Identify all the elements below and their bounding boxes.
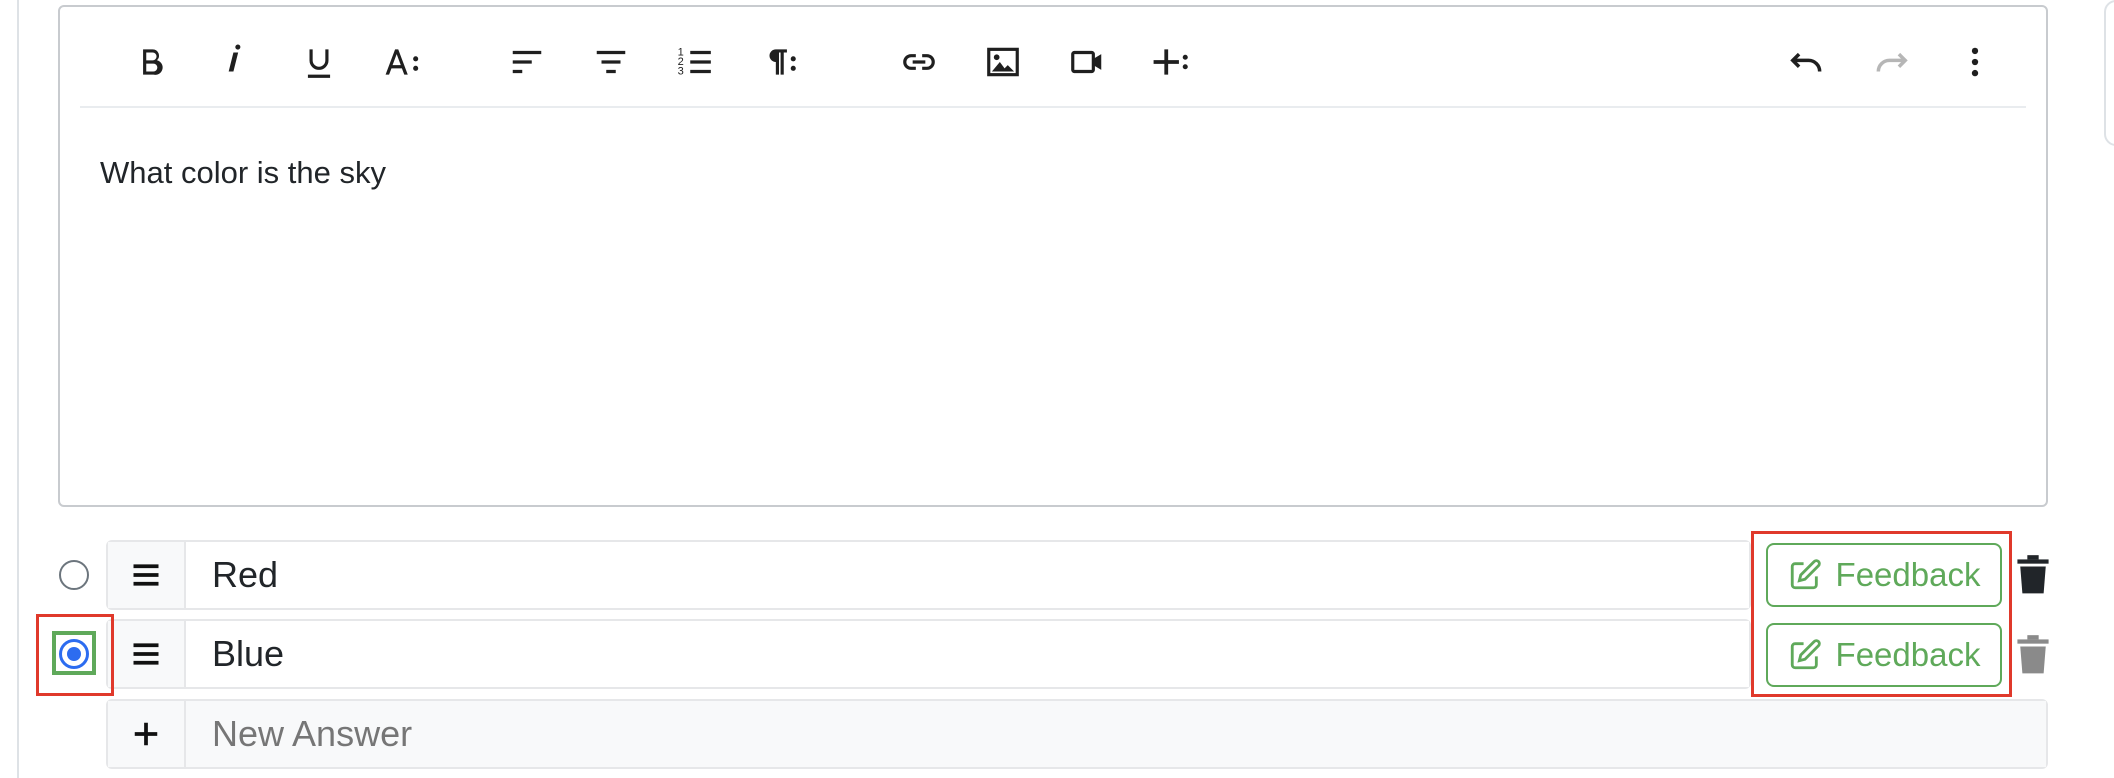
question-text[interactable]: What color is the sky [100, 155, 386, 191]
ordered-list-icon[interactable]: 123 [668, 35, 722, 89]
answer-row: Blue [106, 619, 1751, 689]
underline-icon[interactable] [292, 35, 346, 89]
italic-icon[interactable] [208, 35, 262, 89]
plus-icon [134, 722, 158, 746]
answer-correct-radio[interactable] [59, 560, 89, 590]
link-icon[interactable] [892, 35, 946, 89]
insert-menu-icon[interactable] [1144, 35, 1198, 89]
drag-handle-icon[interactable] [108, 542, 186, 608]
question-editor[interactable]: 123 What color is the sky [58, 5, 2048, 507]
page-left-border [0, 0, 19, 778]
delete-answer-icon[interactable] [2016, 635, 2050, 675]
font-size-menu-icon[interactable] [376, 35, 430, 89]
side-panel-tab[interactable] [2104, 0, 2114, 146]
add-answer-button[interactable] [108, 701, 186, 767]
svg-text:3: 3 [678, 66, 684, 78]
redo-icon[interactable] [1864, 35, 1918, 89]
new-answer-row: New Answer [106, 699, 2048, 769]
video-icon[interactable] [1060, 35, 1114, 89]
delete-answer-icon[interactable] [2016, 555, 2050, 595]
drag-handle-icon[interactable] [108, 621, 186, 687]
new-answer-input[interactable]: New Answer [186, 701, 2046, 767]
align-center-icon[interactable] [584, 35, 638, 89]
answer-input[interactable]: Blue [186, 621, 1749, 687]
image-icon[interactable] [976, 35, 1030, 89]
highlight-box [36, 614, 114, 696]
align-left-icon[interactable] [500, 35, 554, 89]
bold-icon[interactable] [124, 35, 178, 89]
answer-input[interactable]: Red [186, 542, 1749, 608]
answer-row: Red [106, 540, 1751, 610]
highlight-box [1751, 531, 2012, 697]
more-options-icon[interactable] [1948, 35, 2002, 89]
paragraph-menu-icon[interactable] [752, 35, 806, 89]
editor-toolbar: 123 [80, 7, 2026, 108]
undo-icon[interactable] [1780, 35, 1834, 89]
